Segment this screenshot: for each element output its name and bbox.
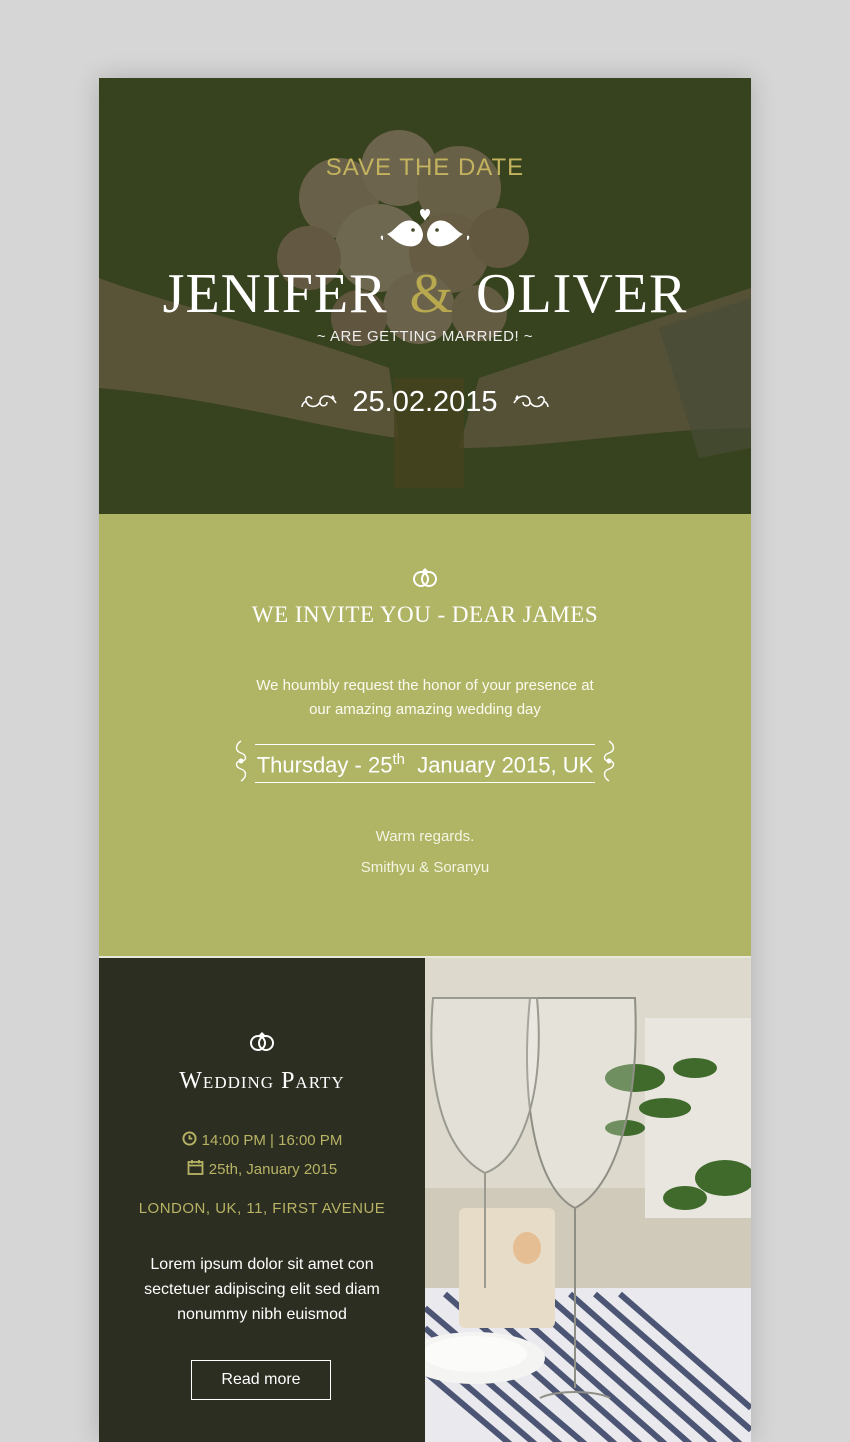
event-date-prefix: Thursday - 25 — [256, 752, 393, 778]
email-newsletter: SAVE THE DATE JENIFER & OLIVER ~ ARE GETTI… — [99, 78, 751, 1442]
love-birds-icon — [377, 204, 473, 257]
event-date-banner: Thursday - 25th January 2015, UK — [99, 739, 751, 788]
invite-heading: WE INVITE YOU - DEAR JAMES — [251, 602, 599, 627]
groom-name: OLIVER — [476, 263, 688, 325]
party-date-row: 25th, January 2015 — [99, 1159, 425, 1179]
invitation-section: WE INVITE YOU - DEAR JAMES We houmbly re… — [99, 514, 751, 956]
read-more-button[interactable]: Read more — [191, 1360, 331, 1400]
party-date: 25th, January 2015 — [208, 1160, 338, 1178]
invite-message-line-1: We houmbly request the honor of your pre… — [256, 677, 594, 694]
party-time-row: 14:00 PM | 16:00 PM — [99, 1131, 425, 1150]
invite-message: We houmbly request the honor of your pre… — [99, 674, 751, 722]
calendar-icon — [187, 1159, 204, 1179]
regards-text: Warm regards. — [375, 828, 475, 845]
save-the-date-heading: SAVE THE DATE — [325, 154, 525, 181]
party-time: 14:00 PM | 16:00 PM — [201, 1132, 343, 1149]
bride-name: JENIFER — [162, 263, 388, 325]
event-date-month: January 2015, UK — [417, 752, 594, 778]
invite-message-line-2: our amazing amazing wedding day — [309, 701, 541, 718]
event-date-text: Thursday - 25th January 2015, UK — [254, 743, 596, 784]
getting-married-text: ~ ARE GETTING MARRIED! ~ — [316, 328, 534, 345]
ampersand: & — [409, 263, 455, 325]
wedding-party-section: Wedding Party 14:00 PM | 16:00 PM 25th, … — [99, 956, 751, 1442]
ornament-left-icon — [231, 739, 251, 788]
couple-names: JENIFER & OLIVER — [99, 262, 751, 326]
hero-section: SAVE THE DATE JENIFER & OLIVER ~ ARE GETTI… — [99, 78, 751, 514]
ornament-right-icon — [599, 739, 619, 788]
flourish-right-icon — [512, 389, 550, 416]
hero-content: SAVE THE DATE JENIFER & OLIVER ~ ARE GETTI… — [99, 78, 751, 514]
wedding-rings-icon — [248, 1030, 276, 1057]
party-description: Lorem ipsum dolor sit amet con sectetuer… — [144, 1256, 380, 1323]
signature-names: Smithyu & Soranyu — [360, 859, 490, 876]
wine-glasses-photo — [425, 958, 751, 1442]
party-details-panel: Wedding Party 14:00 PM | 16:00 PM 25th, … — [99, 958, 425, 1442]
party-heading: Wedding Party — [179, 1068, 345, 1094]
hero-date: 25.02.2015 — [352, 386, 498, 418]
hero-date-row: 25.02.2015 — [99, 386, 751, 419]
wedding-rings-icon — [411, 566, 439, 593]
party-location: LONDON, UK, 11, FIRST AVENUE — [138, 1200, 386, 1217]
event-date-suffix-sup: th — [392, 750, 405, 768]
flourish-left-icon — [300, 389, 338, 416]
clock-icon — [182, 1131, 197, 1150]
